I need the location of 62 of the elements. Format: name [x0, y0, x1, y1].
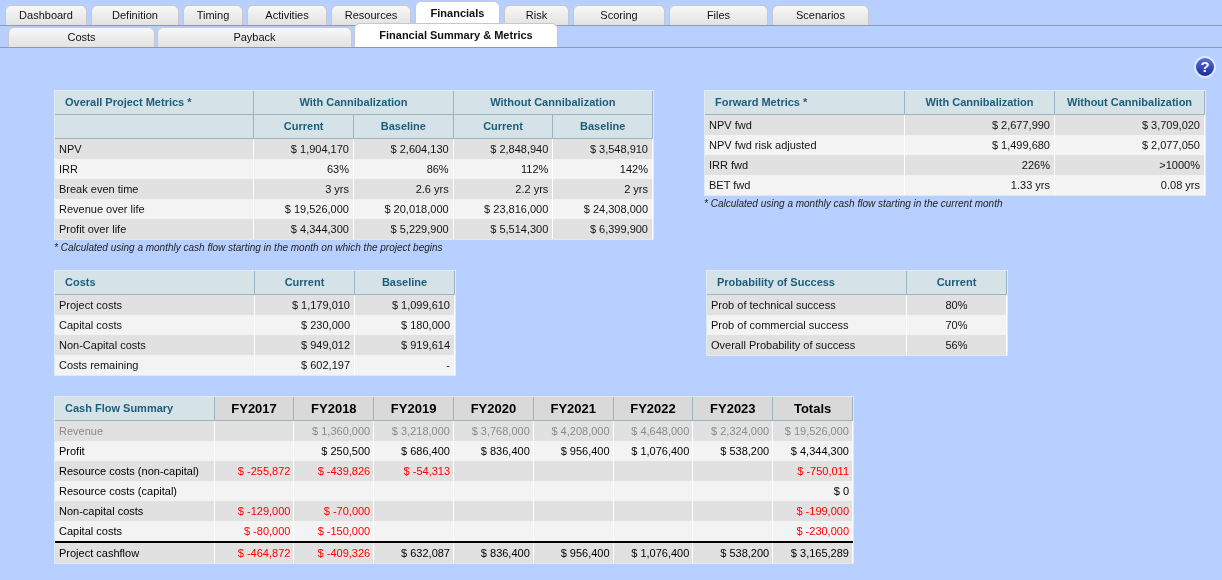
subtab[interactable]: Payback: [157, 27, 352, 47]
tab[interactable]: Financials: [415, 1, 500, 25]
column-header: FY2021: [533, 397, 614, 421]
footnote: * Calculated using a monthly cash flow starting in the month on which the project begins: [54, 241, 444, 255]
column-header: FY2018: [294, 397, 375, 421]
tab[interactable]: Dashboard: [5, 5, 87, 25]
column-header: FY2020: [454, 397, 534, 421]
column-header: FY2023: [693, 397, 774, 421]
column-header: Current: [907, 271, 1007, 295]
table-cell: $ -409,326: [294, 543, 375, 563]
table-cell: $ 5,229,900: [354, 219, 454, 239]
subtab[interactable]: Costs: [8, 27, 155, 47]
table-cell: $ 5,514,300: [453, 219, 554, 239]
column-header: Without Cannibalization: [1055, 91, 1205, 115]
table-cell: $ -464,872: [214, 543, 295, 563]
column-header: Current: [254, 115, 354, 139]
table-cell: $ 956,400: [533, 543, 614, 563]
column-header: FY2019: [374, 397, 455, 421]
table-header: Costs: [55, 271, 255, 295]
table-cell: $ 1,076,400: [613, 543, 694, 563]
table-cell: $ 602,197: [255, 355, 355, 375]
table-header: Forward Metrics *: [705, 91, 905, 115]
table-header: Overall Project Metrics *: [55, 91, 255, 115]
tab[interactable]: Definition: [91, 5, 179, 25]
table-cell: -: [355, 355, 455, 375]
column-header: Current: [255, 271, 355, 295]
tab[interactable]: Risk: [504, 5, 569, 25]
help-button[interactable]: ?: [1194, 56, 1216, 78]
tab[interactable]: Timing: [183, 5, 243, 25]
table-cell: $ 3,165,289: [773, 543, 853, 563]
column-header: With Cannibalization: [905, 91, 1055, 115]
tab[interactable]: Scenarios: [772, 5, 869, 25]
table-cell: 0.08 yrs: [1055, 175, 1205, 195]
row-label: Costs remaining: [55, 355, 255, 375]
column-group-header: With Cannibalization: [254, 91, 454, 115]
table-cell: $ 6,399,900: [553, 219, 653, 239]
footnote: * Calculated using a monthly cash flow starting in the current month: [704, 197, 1004, 211]
row-label: Overall Probability of success: [707, 335, 907, 355]
column-header: Baseline: [355, 271, 455, 295]
row-label: Project cashflow: [55, 543, 215, 563]
table-cell: $ 632,087: [374, 543, 454, 563]
column-group-header: Without Cannibalization: [453, 91, 653, 115]
table-cell: 56%: [907, 335, 1007, 355]
row-label: BET fwd: [705, 175, 905, 195]
table-cell: 1.33 yrs: [905, 175, 1055, 195]
column-header: Totals: [773, 397, 853, 421]
tab[interactable]: Activities: [247, 5, 327, 25]
tab[interactable]: Scoring: [573, 5, 665, 25]
subtab[interactable]: Financial Summary & Metrics: [354, 23, 558, 47]
tab[interactable]: Files: [669, 5, 768, 25]
table-cell: $ 538,200: [693, 543, 774, 563]
tab[interactable]: Resources: [331, 5, 411, 25]
row-label: Profit over life: [55, 219, 255, 239]
column-header: FY2017: [214, 397, 295, 421]
table-cell: $ 836,400: [454, 543, 534, 563]
column-header: Baseline: [553, 115, 653, 139]
column-header: Baseline: [354, 115, 454, 139]
table-header: Cash Flow Summary: [55, 397, 215, 421]
table-cell: $ 4,344,300: [254, 219, 354, 239]
column-header: FY2022: [613, 397, 694, 421]
column-header: Current: [453, 115, 554, 139]
table-header: Probability of Success: [707, 271, 907, 295]
